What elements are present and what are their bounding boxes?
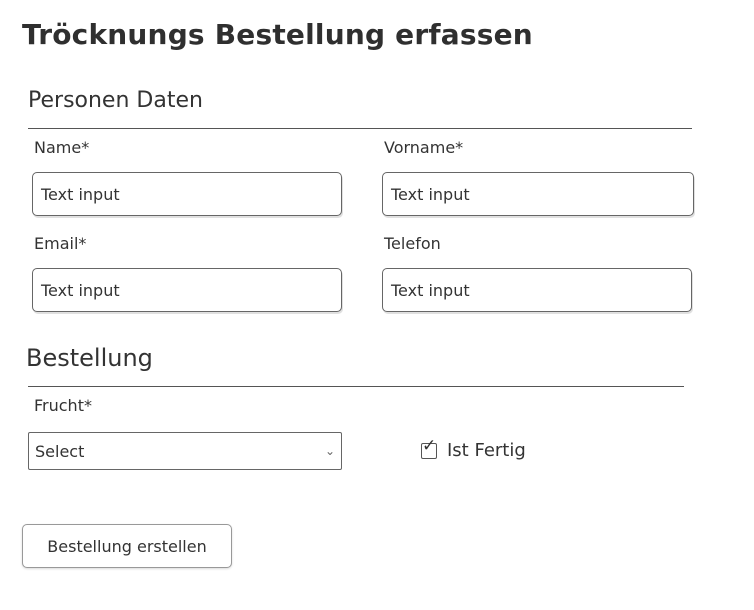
email-label: Email* bbox=[34, 234, 87, 253]
page-title: Tröcknungs Bestellung erfassen bbox=[22, 18, 533, 51]
section-divider-order bbox=[28, 386, 684, 387]
checkmark-icon: ✓ bbox=[422, 435, 437, 456]
frucht-select-value: Select bbox=[35, 441, 85, 461]
telefon-label: Telefon bbox=[384, 234, 441, 253]
telefon-input[interactable]: Text input bbox=[382, 268, 692, 312]
email-input[interactable]: Text input bbox=[32, 268, 342, 312]
frucht-label: Frucht* bbox=[34, 396, 92, 415]
section-title-order: Bestellung bbox=[26, 344, 153, 372]
section-divider-personal bbox=[28, 128, 692, 129]
create-order-button[interactable]: Bestellung erstellen bbox=[22, 524, 232, 568]
name-label: Name* bbox=[34, 138, 90, 157]
name-input[interactable]: Text input bbox=[32, 172, 342, 216]
fertig-checkbox[interactable]: ✓ bbox=[421, 437, 437, 459]
fertig-checkbox-label[interactable]: Ist Fertig bbox=[447, 440, 526, 461]
section-title-personal: Personen Daten bbox=[28, 88, 203, 113]
chevron-down-icon: ⌄ bbox=[324, 444, 335, 458]
fertig-checkbox-group[interactable]: ✓ Ist Fertig bbox=[421, 437, 526, 461]
vorname-input[interactable]: Text input bbox=[382, 172, 694, 216]
vorname-label: Vorname* bbox=[384, 138, 464, 157]
frucht-select[interactable]: Select ⌄ bbox=[28, 432, 342, 470]
